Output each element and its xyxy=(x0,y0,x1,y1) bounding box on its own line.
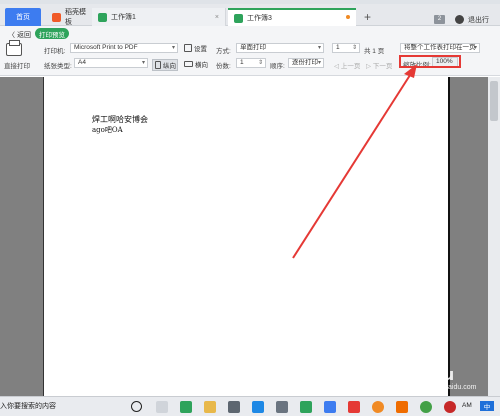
tab-home-label: 首页 xyxy=(16,14,30,21)
chevron-down-icon: ▾ xyxy=(141,60,145,66)
exit-button[interactable]: 退出行 xyxy=(468,15,489,25)
paper-type-value: A4 xyxy=(78,59,86,66)
next-page-button[interactable]: ▷ 下一页 xyxy=(366,60,392,70)
add-tab-button[interactable]: + xyxy=(364,10,371,24)
fit-scaling-select[interactable]: 将整个工作表打印在一页 ▾ xyxy=(400,43,480,53)
chevron-down-icon: ▾ xyxy=(171,45,175,51)
chevron-down-icon: ▾ xyxy=(317,45,321,51)
app-icon[interactable] xyxy=(444,401,456,413)
portrait-icon xyxy=(155,61,161,69)
preview-page: 焊工啊哈安博会 ago吧OA xyxy=(43,77,450,396)
order-select[interactable]: 逐份打印 ▾ xyxy=(288,58,324,68)
stepper-icon[interactable]: ⇕ xyxy=(258,59,263,67)
print-mode-label: 方式: xyxy=(216,48,231,55)
printer-icon[interactable] xyxy=(6,40,22,56)
settings-label: 设置 xyxy=(194,46,207,53)
wps-ppt-icon[interactable] xyxy=(348,401,360,413)
next-page-label: 下一页 xyxy=(372,63,393,70)
annotation-highlight-box xyxy=(399,55,461,68)
back-button[interactable]: 〈 返回 xyxy=(8,30,31,40)
baidu-watermark: Baidu xyxy=(405,365,454,384)
printer-settings-button[interactable]: 设置 xyxy=(184,43,207,53)
fit-scaling-value: 将整个工作表打印在一页 xyxy=(404,44,476,51)
chevron-down-icon: ▾ xyxy=(473,45,477,51)
tab-workbook1-label: 工作簿1 xyxy=(111,14,136,21)
preview-canvas: 焊工啊哈安博会 ago吧OA xyxy=(0,77,500,396)
docer-icon xyxy=(52,12,61,22)
page-cell-text: 焊工啊哈安博会 xyxy=(92,115,148,124)
chrome-icon[interactable] xyxy=(420,401,432,413)
browser-icon[interactable] xyxy=(372,401,384,413)
app-icon[interactable] xyxy=(228,401,240,413)
print-mode-select[interactable]: 单面打印 ▾ xyxy=(236,43,324,53)
print-preview-badge: 打印预览 xyxy=(35,28,69,39)
tab-template-label: 稻壳模板 xyxy=(65,9,86,26)
direct-print-button[interactable]: 直接打印 xyxy=(4,60,30,70)
task-view-icon[interactable] xyxy=(156,401,168,413)
page-number-value: 1 xyxy=(336,44,340,51)
avatar[interactable] xyxy=(455,15,464,24)
copies-stepper[interactable]: 1 ⇕ xyxy=(236,58,266,68)
portrait-label: 纵向 xyxy=(163,63,176,70)
landscape-icon xyxy=(184,61,193,67)
prev-page-label: 上一页 xyxy=(340,63,361,70)
unsaved-dot-icon xyxy=(346,15,350,19)
prev-page-button[interactable]: ◁ 上一页 xyxy=(334,60,360,70)
tab-home[interactable]: 首页 xyxy=(5,8,41,26)
watermark-url: jingyan.baidu.com xyxy=(420,384,477,391)
landscape-button[interactable]: 横向 xyxy=(184,59,208,69)
wps-sheet-icon[interactable] xyxy=(300,401,312,413)
order-label: 顺序: xyxy=(270,63,285,70)
clock[interactable]: AM xyxy=(462,402,472,409)
tab-workbook3[interactable]: 工作簿3 xyxy=(228,8,356,26)
printer-select-value: Microsoft Print to PDF xyxy=(74,44,138,51)
print-preview-toolbar: 〈 返回 打印预览 直接打印 打印机: Microsoft Print to P… xyxy=(0,26,500,76)
wps-icon[interactable] xyxy=(180,401,192,413)
printer-select[interactable]: Microsoft Print to PDF ▾ xyxy=(70,43,178,53)
copies-label: 份数: xyxy=(216,63,231,70)
page-number-stepper[interactable]: 1 ⇕ xyxy=(332,43,360,53)
file-explorer-icon[interactable] xyxy=(204,401,216,413)
paper-type-label: 纸张类型: xyxy=(44,63,72,70)
spreadsheet-icon xyxy=(98,12,107,22)
order-value: 逐份打印 xyxy=(292,59,318,66)
tab-workbook1[interactable]: 工作簿1 × xyxy=(92,8,226,26)
tab-template[interactable]: 稻壳模板 xyxy=(46,8,90,26)
landscape-label: 横向 xyxy=(195,62,208,69)
page-cell-text: ago吧OA xyxy=(92,126,123,134)
gear-icon xyxy=(184,44,192,52)
app-icon[interactable] xyxy=(396,401,408,413)
scrollbar-thumb[interactable] xyxy=(490,81,498,121)
edge-icon[interactable] xyxy=(252,401,264,413)
tab-bar: 首页 稻壳模板 工作簿1 × 工作簿3 + 2 退出行 xyxy=(0,4,500,26)
tab-workbook3-label: 工作簿3 xyxy=(247,15,272,22)
vertical-scrollbar[interactable] xyxy=(488,77,500,396)
paper-type-select[interactable]: A4 ▾ xyxy=(74,58,148,68)
total-pages-label: 共 1 页 xyxy=(364,48,385,55)
print-mode-value: 单面打印 xyxy=(240,44,266,51)
printer-label: 打印机: xyxy=(44,48,66,55)
spreadsheet-icon xyxy=(234,13,243,23)
stepper-icon[interactable]: ⇕ xyxy=(352,44,357,52)
portrait-button[interactable]: 纵向 xyxy=(152,59,178,71)
window-count-badge[interactable]: 2 xyxy=(434,15,445,24)
close-icon[interactable]: × xyxy=(215,14,219,21)
wps-doc-icon[interactable] xyxy=(324,401,336,413)
taskbar-search-input[interactable]: 入你要搜索的内容 xyxy=(0,401,118,411)
taskbar: 入你要搜索的内容 AM 中 xyxy=(0,396,500,416)
input-method-indicator[interactable]: 中 xyxy=(480,401,494,411)
copies-value: 1 xyxy=(240,59,244,66)
cortana-icon[interactable] xyxy=(131,401,142,412)
chevron-down-icon: ▾ xyxy=(317,60,321,66)
store-icon[interactable] xyxy=(276,401,288,413)
